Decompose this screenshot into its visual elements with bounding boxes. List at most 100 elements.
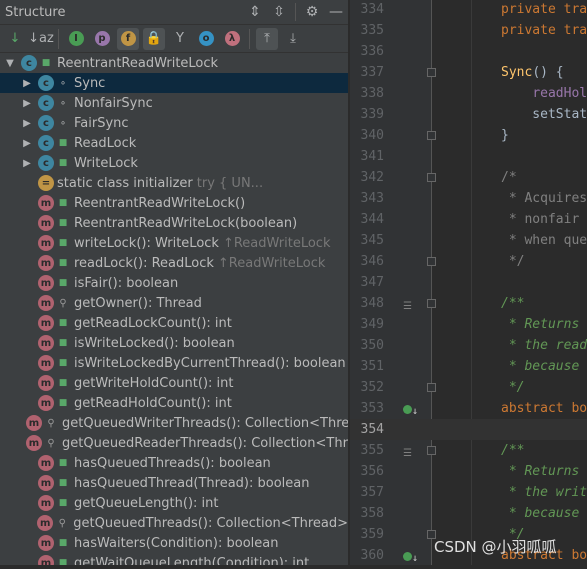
- expand-all-icon[interactable]: ⇕: [243, 2, 267, 22]
- fold-icon[interactable]: [427, 383, 436, 392]
- tree-item[interactable]: ▶ c ∘ NonfairSync: [0, 93, 348, 113]
- tree-item[interactable]: m ⚲ getOwner(): Thread: [0, 293, 348, 313]
- code-line[interactable]: 352 */: [350, 377, 587, 398]
- line-number[interactable]: 348: [354, 293, 384, 314]
- line-number[interactable]: 344: [354, 209, 384, 230]
- line-number[interactable]: 338: [354, 83, 384, 104]
- fold-icon[interactable]: [427, 68, 436, 77]
- code-line[interactable]: 347: [350, 272, 587, 293]
- tree-item[interactable]: m ■ getWaitQueueLength(Condition): int: [0, 553, 348, 565]
- sort-alphabetically-button[interactable]: ↓az: [28, 28, 54, 50]
- tree-item[interactable]: m ■ getReadHoldCount(): int: [0, 393, 348, 413]
- code-line[interactable]: 334 private tra: [350, 0, 587, 20]
- code-line[interactable]: 335 private tra: [350, 20, 587, 41]
- code-line[interactable]: 356 * Returns: [350, 461, 587, 482]
- code-line[interactable]: 351 * because: [350, 356, 587, 377]
- autoscroll-from-source-button[interactable]: ⤓: [282, 28, 304, 50]
- line-number[interactable]: 352: [354, 377, 384, 398]
- line-number[interactable]: 334: [354, 0, 384, 20]
- line-number[interactable]: 343: [354, 188, 384, 209]
- gear-icon[interactable]: ⚙: [300, 2, 324, 22]
- code-line[interactable]: 336: [350, 41, 587, 62]
- tree-item[interactable]: m ■ isWriteLocked(): boolean: [0, 333, 348, 353]
- line-number[interactable]: 350: [354, 335, 384, 356]
- code-line[interactable]: 349 * Returns: [350, 314, 587, 335]
- show-fields-button[interactable]: f: [117, 27, 139, 50]
- show-lambdas-button[interactable]: Y: [169, 28, 191, 50]
- chevron-right-icon[interactable]: ▶: [21, 98, 33, 109]
- code-line[interactable]: 342 /*: [350, 167, 587, 188]
- chevron-down-icon[interactable]: ▼: [4, 58, 16, 69]
- show-non-public-button[interactable]: 🔒: [143, 27, 165, 50]
- code-line[interactable]: 344 * nonfair: [350, 209, 587, 230]
- line-number[interactable]: 355: [354, 440, 384, 461]
- tree-item[interactable]: m ■ writeLock(): WriteLock ↑ReadWriteLock: [0, 233, 348, 253]
- line-number[interactable]: 354: [354, 419, 384, 440]
- tree-item[interactable]: ▼ c ■ ReentrantReadWriteLock: [0, 53, 348, 73]
- chevron-right-icon[interactable]: ▶: [21, 78, 33, 89]
- fold-icon[interactable]: [427, 131, 436, 140]
- show-anonymous-button[interactable]: o: [195, 28, 217, 50]
- tree-item[interactable]: m ■ hasWaiters(Condition): boolean: [0, 533, 348, 553]
- collapse-all-icon[interactable]: ⇳: [267, 2, 291, 22]
- fold-icon[interactable]: [427, 446, 436, 455]
- code-line[interactable]: 343 * Acquires: [350, 188, 587, 209]
- tree-item[interactable]: m ⚲ getQueuedWriterThreads(): Collection<T…: [0, 413, 348, 433]
- code-line[interactable]: 337 Sync() {: [350, 62, 587, 83]
- tree-item[interactable]: m ■ isWriteLockedByCurrentThread(): boolea…: [0, 353, 348, 373]
- code-line[interactable]: 341: [350, 146, 587, 167]
- tree-item[interactable]: m ⚲ getQueuedThreads(): Collection<Thread>: [0, 513, 348, 533]
- tree-item[interactable]: m ■ hasQueuedThread(Thread): boolean: [0, 473, 348, 493]
- tree-item[interactable]: m ■ getWriteHoldCount(): int: [0, 373, 348, 393]
- tree-item[interactable]: ▶ c ∘ Sync: [0, 73, 348, 93]
- tree-item[interactable]: m ■ hasQueuedThreads(): boolean: [0, 453, 348, 473]
- code-line[interactable]: 348 ☰/**: [350, 293, 587, 314]
- line-number[interactable]: 349: [354, 314, 384, 335]
- tree-item[interactable]: m ■ ReentrantReadWriteLock(boolean): [0, 213, 348, 233]
- minimize-icon[interactable]: —: [324, 2, 348, 22]
- implemented-icon[interactable]: ↓: [403, 548, 418, 569]
- line-number[interactable]: 337: [354, 62, 384, 83]
- fold-icon[interactable]: [427, 173, 436, 182]
- sort-by-visibility-button[interactable]: ↓: [4, 28, 26, 50]
- code-line[interactable]: 346 */: [350, 251, 587, 272]
- show-properties-button[interactable]: p: [91, 28, 113, 50]
- code-line[interactable]: 340}: [350, 125, 587, 146]
- line-number[interactable]: 357: [354, 482, 384, 503]
- tree-item[interactable]: m ⚲ getQueuedReaderThreads(): Collection<T…: [0, 433, 348, 453]
- line-number[interactable]: 342: [354, 167, 384, 188]
- line-number[interactable]: 358: [354, 503, 384, 524]
- code-line[interactable]: 357 * the writ: [350, 482, 587, 503]
- tree-item[interactable]: m ■ ReentrantReadWriteLock(): [0, 193, 348, 213]
- tree-item[interactable]: ▶ c ∘ FairSync: [0, 113, 348, 133]
- line-number[interactable]: 341: [354, 146, 384, 167]
- chevron-right-icon[interactable]: ▶: [21, 138, 33, 149]
- code-line[interactable]: 345 * when que: [350, 230, 587, 251]
- show-inherited-button[interactable]: I: [65, 28, 87, 50]
- line-number[interactable]: 351: [354, 356, 384, 377]
- line-number[interactable]: 340: [354, 125, 384, 146]
- code-line[interactable]: 339 setStat: [350, 104, 587, 125]
- line-number[interactable]: 360: [354, 545, 384, 566]
- show-lambda-button[interactable]: λ: [221, 28, 243, 50]
- tree-item[interactable]: = static class initializer try { UN...: [0, 173, 348, 193]
- tree-item[interactable]: ▶ c ■ WriteLock: [0, 153, 348, 173]
- code-line[interactable]: 353 ↓ abstract bo: [350, 398, 587, 419]
- line-number[interactable]: 356: [354, 461, 384, 482]
- code-editor[interactable]: 334 private tra 335 private tra 336 337 Sync()…: [350, 0, 587, 565]
- line-number[interactable]: 347: [354, 272, 384, 293]
- tree-item[interactable]: m ■ getReadLockCount(): int: [0, 313, 348, 333]
- fold-icon[interactable]: [427, 257, 436, 266]
- code-line[interactable]: 350 * the read: [350, 335, 587, 356]
- tree-item[interactable]: ▶ c ■ ReadLock: [0, 133, 348, 153]
- tree-item[interactable]: m ■ readLock(): ReadLock ↑ReadWriteLock: [0, 253, 348, 273]
- code-line[interactable]: 338 readHol: [350, 83, 587, 104]
- tree-item[interactable]: m ■ isFair(): boolean: [0, 273, 348, 293]
- line-number[interactable]: 346: [354, 251, 384, 272]
- line-number[interactable]: 359: [354, 524, 384, 545]
- fold-icon[interactable]: [427, 299, 436, 308]
- tree-item[interactable]: m ■ getQueueLength(): int: [0, 493, 348, 513]
- code-line[interactable]: 355 ☰/**: [350, 440, 587, 461]
- line-number[interactable]: 353: [354, 398, 384, 419]
- chevron-right-icon[interactable]: ▶: [21, 158, 33, 169]
